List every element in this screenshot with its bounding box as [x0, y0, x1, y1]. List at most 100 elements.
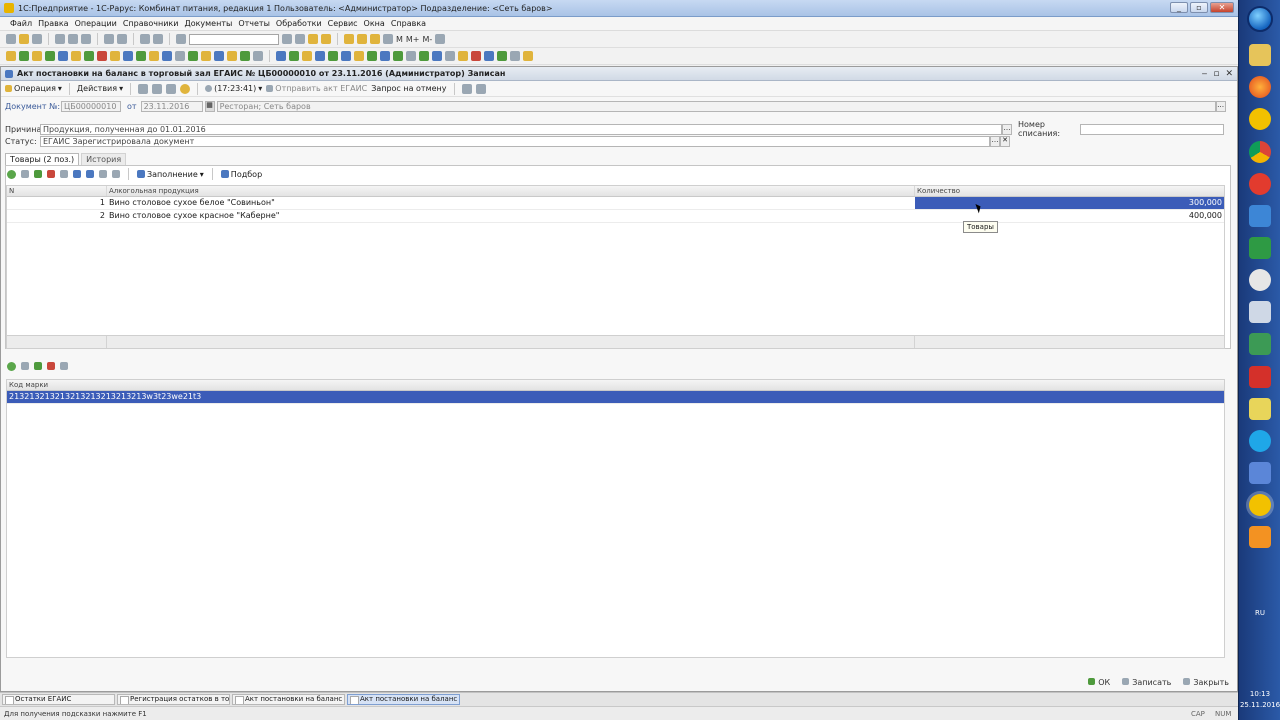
doc-close-button[interactable]: ✕: [1225, 69, 1233, 79]
time-button[interactable]: (17:23:41) ▾: [205, 84, 262, 93]
toolbar-item-icon[interactable]: [19, 51, 29, 61]
column-header-n[interactable]: N: [7, 186, 107, 196]
row-quantity[interactable]: 400,000: [915, 210, 1224, 222]
new-doc-icon[interactable]: [6, 34, 16, 44]
toolbar-item-icon[interactable]: [484, 51, 494, 61]
cancel-request-button[interactable]: Запрос на отмену: [371, 84, 446, 93]
toolbar-item-icon[interactable]: [276, 51, 286, 61]
row-quantity[interactable]: 300,000: [915, 197, 1224, 209]
organization-select-button[interactable]: …: [1215, 101, 1226, 112]
window-tab-act-1[interactable]: Акт постановки на баланс: [232, 694, 345, 705]
organization-field[interactable]: Ресторан; Сеть баров: [216, 101, 1216, 112]
report-icon[interactable]: [461, 83, 472, 94]
actions-menu-button[interactable]: Действия ▾: [77, 84, 123, 93]
list-icon[interactable]: [475, 83, 486, 94]
close-button[interactable]: ✕: [1210, 2, 1234, 13]
g-app-icon[interactable]: [1249, 526, 1271, 548]
operation-menu-button[interactable]: Операция ▾: [5, 84, 62, 93]
toolbar-item-icon[interactable]: [214, 51, 224, 61]
memory-minus-button[interactable]: М-: [423, 35, 433, 44]
toolbar-item-icon[interactable]: [71, 51, 81, 61]
sort-asc-icon[interactable]: [99, 170, 107, 178]
doc-restore-button[interactable]: ▫: [1213, 69, 1219, 79]
find-prev-icon[interactable]: [295, 34, 305, 44]
column-header-product[interactable]: Алкогольная продукция: [107, 186, 915, 196]
folder-icon[interactable]: [1249, 398, 1271, 420]
agent-icon[interactable]: [1249, 269, 1271, 291]
fill-menu-button[interactable]: Заполнение ▾: [137, 170, 204, 179]
toolbar-item-icon[interactable]: [201, 51, 211, 61]
post-doc-icon[interactable]: [152, 83, 163, 94]
edit-mark-icon[interactable]: [34, 362, 42, 370]
toolbar-item-icon[interactable]: [445, 51, 455, 61]
copy-row-icon[interactable]: [21, 170, 29, 178]
post-mark-icon[interactable]: [60, 362, 68, 370]
toolbar-item-icon[interactable]: [393, 51, 403, 61]
edit-row-icon[interactable]: [34, 170, 42, 178]
redo-icon[interactable]: [153, 34, 163, 44]
tab-goods[interactable]: Товары (2 поз.): [5, 153, 80, 165]
start-button[interactable]: [1247, 6, 1273, 32]
column-header-quantity[interactable]: Количество: [915, 186, 1224, 196]
writeoff-number-field[interactable]: [1080, 123, 1224, 135]
toolbar-item-icon[interactable]: [354, 51, 364, 61]
add-mark-icon[interactable]: [7, 361, 16, 371]
table-icon[interactable]: [344, 34, 354, 44]
undo-icon[interactable]: [140, 34, 150, 44]
doc-minimize-button[interactable]: ‒: [1202, 69, 1208, 79]
toolbar-item-icon[interactable]: [175, 51, 185, 61]
memory-button[interactable]: М: [396, 35, 403, 44]
excel-icon[interactable]: [1249, 237, 1271, 259]
toolbar-item-icon[interactable]: [32, 51, 42, 61]
search-icon[interactable]: [176, 34, 186, 44]
menu-documents[interactable]: Документы: [184, 19, 232, 28]
toolbar-item-icon[interactable]: [458, 51, 468, 61]
toolbar-item-icon[interactable]: [341, 51, 351, 61]
settings-icon[interactable]: [383, 34, 393, 44]
skype-icon[interactable]: [1249, 430, 1271, 452]
window-tab-registration[interactable]: Регистрация остатков в то...: [117, 694, 230, 705]
toolbar-item-icon[interactable]: [84, 51, 94, 61]
menu-catalogs[interactable]: Справочники: [123, 19, 179, 28]
reason-select-button[interactable]: …: [1002, 123, 1012, 135]
toolbar-item-icon[interactable]: [136, 51, 146, 61]
ok-button[interactable]: ОК: [1088, 678, 1110, 687]
copy-icon[interactable]: [68, 34, 78, 44]
preview-icon[interactable]: [117, 34, 127, 44]
yandex-icon[interactable]: [1249, 173, 1271, 195]
toolbar-item-icon[interactable]: [289, 51, 299, 61]
print-icon[interactable]: [104, 34, 114, 44]
calendar-button[interactable]: ▦: [204, 101, 215, 112]
menu-edit[interactable]: Правка: [38, 19, 68, 28]
structure-icon[interactable]: [166, 83, 177, 94]
toolbar-item-icon[interactable]: [58, 51, 68, 61]
toolbar-item-icon[interactable]: [253, 51, 263, 61]
minimize-button[interactable]: _: [1170, 2, 1188, 13]
row-mark-code[interactable]: 213213213213213213213213213w3t23we21t3: [7, 391, 1224, 403]
column-header-mark-code[interactable]: Код марки: [7, 380, 1224, 390]
maximize-button[interactable]: ▫: [1190, 2, 1208, 13]
1c-active-icon[interactable]: [1249, 494, 1271, 516]
toolbar-item-icon[interactable]: [497, 51, 507, 61]
doc-date-field[interactable]: 23.11.2016: [140, 101, 203, 112]
send-egais-button[interactable]: Отправить акт ЕГАИС: [266, 84, 367, 93]
menu-reports[interactable]: Отчеты: [238, 19, 270, 28]
calendar-icon[interactable]: [308, 34, 318, 44]
language-indicator[interactable]: RU: [1239, 609, 1280, 617]
toolbar-item-icon[interactable]: [188, 51, 198, 61]
move-up-icon[interactable]: [73, 170, 81, 178]
toolbar-item-icon[interactable]: [406, 51, 416, 61]
help-icon[interactable]: [180, 83, 191, 94]
add-row-icon[interactable]: [7, 169, 16, 179]
reason-field[interactable]: Продукция, полученная до 01.01.2016: [40, 123, 1002, 135]
status-field[interactable]: ЕГАИС Зарегистрировала документ: [40, 136, 990, 147]
window-tab-egais-balances[interactable]: Остатки ЕГАИС: [2, 694, 115, 705]
chrome-icon[interactable]: [1249, 141, 1271, 163]
menu-service[interactable]: Сервис: [328, 19, 358, 28]
menu-windows[interactable]: Окна: [364, 19, 385, 28]
paste-icon[interactable]: [81, 34, 91, 44]
menu-file[interactable]: Файл: [10, 19, 32, 28]
toolbar-item-icon[interactable]: [162, 51, 172, 61]
toolbar-item-icon[interactable]: [123, 51, 133, 61]
teamviewer-icon[interactable]: [1249, 205, 1271, 227]
